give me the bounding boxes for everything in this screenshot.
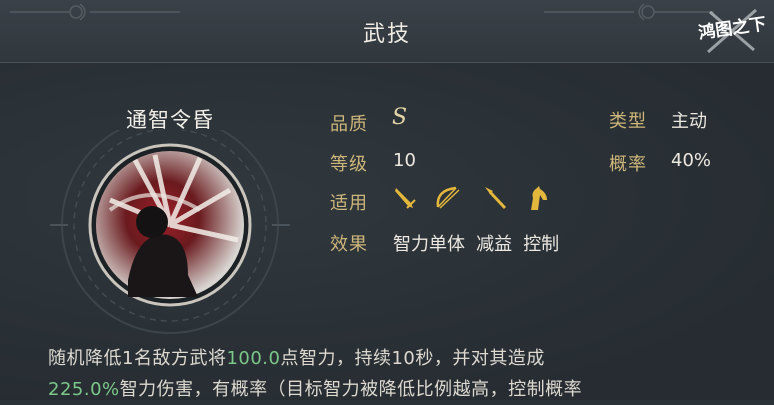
description-line-1: 随机降低1名敌方武将100.0点智力，持续10秒，并对其造成 [48,343,748,374]
sword-icon [395,188,416,209]
description-highlight: 100.0 [226,348,281,369]
description-highlight: 225.0% [48,379,120,400]
skill-description: 随机降低1名敌方武将100.0点智力，持续10秒，并对其造成 225.0%智力伤… [48,343,748,405]
description-text: 随机降低1名敌方武将 [48,348,227,369]
effect-tag: 控制 [523,234,560,255]
description-text: 智力伤害，有概率（目标智力被降低比例越高，控制概率 [119,379,583,400]
bow-icon [436,186,460,209]
effect-tags: 智力单体 减益 控制 [393,230,565,256]
skill-portrait-icon [50,116,290,334]
level-label: 等级 [330,154,368,175]
quality-value: S [392,105,408,130]
effect-label: 效果 [330,234,368,255]
applicable-label: 适用 [330,193,368,214]
quality-label: 品质 [330,114,368,135]
type-value: 主动 [671,111,707,132]
horse-icon [531,186,547,210]
type-label: 类型 [609,111,647,132]
effect-tag: 减益 [476,234,513,255]
spear-icon [485,187,507,210]
level-value: 10 [393,150,416,171]
effect-tag: 智力单体 [393,234,465,255]
description-text: 点智力，持续10秒，并对其造成 [280,348,545,369]
page-title: 武技 [362,22,411,47]
chance-label: 概率 [609,154,647,175]
chance-value: 40% [671,150,712,171]
header-bar: 武技 鸿图之下 [0,0,774,63]
game-logo: 鸿图之下 [697,4,767,58]
description-line-2: 225.0%智力伤害，有概率（目标智力被降低比例越高，控制概率 [48,374,748,405]
skill-icon-frame [40,116,300,340]
